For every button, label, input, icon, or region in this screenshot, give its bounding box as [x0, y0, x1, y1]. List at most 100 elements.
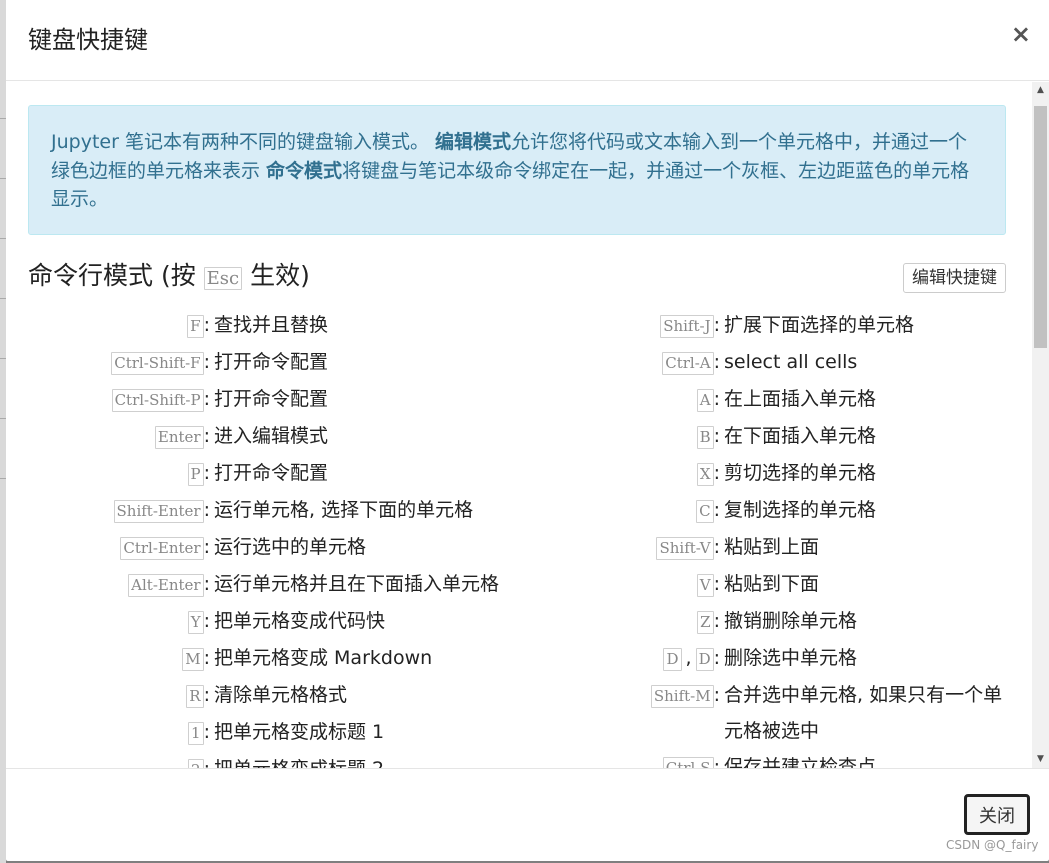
shortcut-description: 把单元格变成标题 2 [210, 751, 548, 768]
shortcut-row: Z: 撤销删除单元格 [608, 603, 1008, 640]
key-cap: D [695, 648, 714, 671]
shortcut-description: 剪切选择的单元格 [724, 462, 877, 484]
shortcut-description: 运行选中的单元格 [214, 536, 367, 558]
key-cap: Shift-V [656, 537, 714, 560]
dialog-header: 键盘快捷键 × [6, 0, 1049, 81]
shortcut-row: Ctrl-Shift-P: 打开命令配置 [28, 381, 548, 418]
shortcut-description: 打开命令配置 [214, 388, 329, 410]
dialog-footer: 关闭 CSDN @Q_fairy [6, 768, 1049, 861]
key-cap: B [696, 426, 714, 449]
shortcut-keys: 2: [28, 751, 210, 768]
key-cap: Ctrl-Shift-F [111, 352, 204, 375]
shortcut-description: 进入编辑模式 [214, 425, 329, 447]
key-cap: Shift-Enter [113, 500, 204, 523]
key-cap: X [696, 463, 714, 486]
key-cap: Ctrl-A [662, 352, 714, 375]
shortcut-row: V: 粘贴到下面 [608, 566, 1008, 603]
shortcut-keys: C: [608, 492, 720, 529]
shortcut-row: Alt-Enter: 运行单元格并且在下面插入单元格 [28, 566, 548, 603]
shortcut-row: Ctrl-Shift-F: 打开命令配置 [28, 344, 548, 381]
dialog-scrollbar[interactable]: ▲ ▼ [1032, 82, 1049, 768]
shortcut-keys: V: [608, 566, 720, 603]
shortcut-description: 在下面插入单元格 [724, 425, 877, 447]
shortcut-description: 把单元格变成标题 1 [214, 721, 385, 743]
key-cap: D [663, 648, 682, 671]
shortcut-keys: Shift-Enter: [28, 492, 210, 529]
shortcut-row: Shift-M: 合并选中单元格, 如果只有一个单元格被选中 [608, 677, 1008, 749]
shortcut-keys: Z: [608, 603, 720, 640]
shortcut-row: R: 清除单元格格式 [28, 677, 548, 714]
mode-info-alert: Jupyter 笔记本有两种不同的键盘输入模式。 编辑模式允许您将代码或文本输入… [28, 105, 1006, 235]
dialog-title: 键盘快捷键 [28, 26, 148, 54]
section-title: 命令行模式 (按 Esc 生效) [28, 259, 310, 293]
shortcut-keys: D,D: [608, 640, 720, 677]
scroll-up-arrow-icon[interactable]: ▲ [1032, 82, 1049, 99]
shortcut-row: F: 查找并且替换 [28, 307, 548, 344]
section-title-prefix: 命令行模式 (按 [28, 261, 204, 290]
shortcut-keys: X: [608, 455, 720, 492]
shortcut-description: 运行单元格并且在下面插入单元格 [214, 573, 500, 595]
shortcut-keys: P: [28, 455, 210, 492]
shortcut-description: 合并选中单元格, 如果只有一个单元格被选中 [724, 684, 1003, 742]
shortcut-description: 把单元格变成 Markdown [214, 647, 433, 669]
shortcut-description: 删除选中单元格 [724, 647, 858, 669]
shortcut-keys: Ctrl-S: [608, 749, 720, 768]
keyboard-shortcuts-dialog: 键盘快捷键 × Jupyter 笔记本有两种不同的键盘输入模式。 编辑模式允许您… [6, 0, 1049, 861]
close-icon[interactable]: × [1011, 18, 1031, 50]
shortcut-keys: A: [608, 381, 720, 418]
scrollbar-thumb[interactable] [1034, 106, 1047, 348]
shortcut-keys: B: [608, 418, 720, 455]
shortcut-description: 保存并建立检查点 [724, 756, 877, 768]
shortcut-row: 1: 把单元格变成标题 1 [28, 714, 548, 751]
shortcut-description: 在上面插入单元格 [724, 388, 877, 410]
shortcut-keys: Y: [28, 603, 210, 640]
key-cap: 1 [188, 722, 204, 745]
shortcut-description: 粘贴到上面 [724, 536, 820, 558]
dialog-body: Jupyter 笔记本有两种不同的键盘输入模式。 编辑模式允许您将代码或文本输入… [6, 82, 1049, 768]
shortcut-keys: 1: [28, 714, 210, 751]
shortcut-description: 运行单元格, 选择下面的单元格 [214, 499, 474, 521]
shortcut-row: Shift-Enter: 运行单元格, 选择下面的单元格 [28, 492, 548, 529]
key-cap: 2 [188, 759, 204, 768]
edit-shortcuts-button[interactable]: 编辑快捷键 [903, 263, 1006, 293]
key-cap: V [696, 574, 714, 597]
key-cap: R [186, 685, 204, 708]
shortcut-row: X: 剪切选择的单元格 [608, 455, 1008, 492]
shortcut-row: A: 在上面插入单元格 [608, 381, 1008, 418]
shortcut-row: B: 在下面插入单元格 [608, 418, 1008, 455]
key-cap: A [696, 389, 714, 412]
key-cap: Y [187, 611, 204, 634]
edit-mode-term: 编辑模式 [434, 131, 511, 153]
shortcut-description: 清除单元格格式 [214, 684, 348, 706]
key-cap: Z [697, 611, 714, 634]
shortcut-keys: F: [28, 307, 210, 344]
command-mode-term: 命令模式 [266, 159, 343, 182]
shortcut-keys: Ctrl-Enter: [28, 529, 210, 566]
shortcut-keys: Shift-M: [608, 677, 720, 714]
shortcut-keys: Ctrl-A: [608, 344, 720, 381]
close-button[interactable]: 关闭 [964, 794, 1030, 835]
key-cap: Enter [154, 426, 204, 449]
key-separator: , [685, 647, 692, 669]
key-cap: C [696, 500, 714, 523]
shortcut-row: Y: 把单元格变成代码快 [28, 603, 548, 640]
watermark: CSDN @Q_fairy [946, 838, 1039, 852]
key-cap: P [187, 463, 204, 486]
shortcut-keys: Shift-J: [608, 307, 720, 344]
shortcut-description: 打开命令配置 [214, 462, 329, 484]
shortcut-keys: Ctrl-Shift-P: [28, 381, 210, 418]
shortcut-description: 查找并且替换 [214, 314, 329, 336]
intro-text: Jupyter 笔记本有两种不同的键盘输入模式。 [51, 131, 435, 153]
shortcut-row: M: 把单元格变成 Markdown [28, 640, 548, 677]
section-title-suffix: 生效) [242, 261, 310, 290]
shortcut-row: P: 打开命令配置 [28, 455, 548, 492]
shortcut-row: Shift-V: 粘贴到上面 [608, 529, 1008, 566]
shortcut-description: 粘贴到下面 [724, 573, 820, 595]
key-cap: Ctrl-Shift-P [111, 389, 204, 412]
shortcut-row: Shift-J: 扩展下面选择的单元格 [608, 307, 1008, 344]
shortcut-description: 撤销删除单元格 [724, 610, 858, 632]
shortcut-description: 打开命令配置 [214, 351, 329, 373]
shortcut-description: select all cells [724, 351, 858, 373]
shortcut-row: Ctrl-Enter: 运行选中的单元格 [28, 529, 548, 566]
scroll-down-arrow-icon[interactable]: ▼ [1032, 751, 1049, 768]
